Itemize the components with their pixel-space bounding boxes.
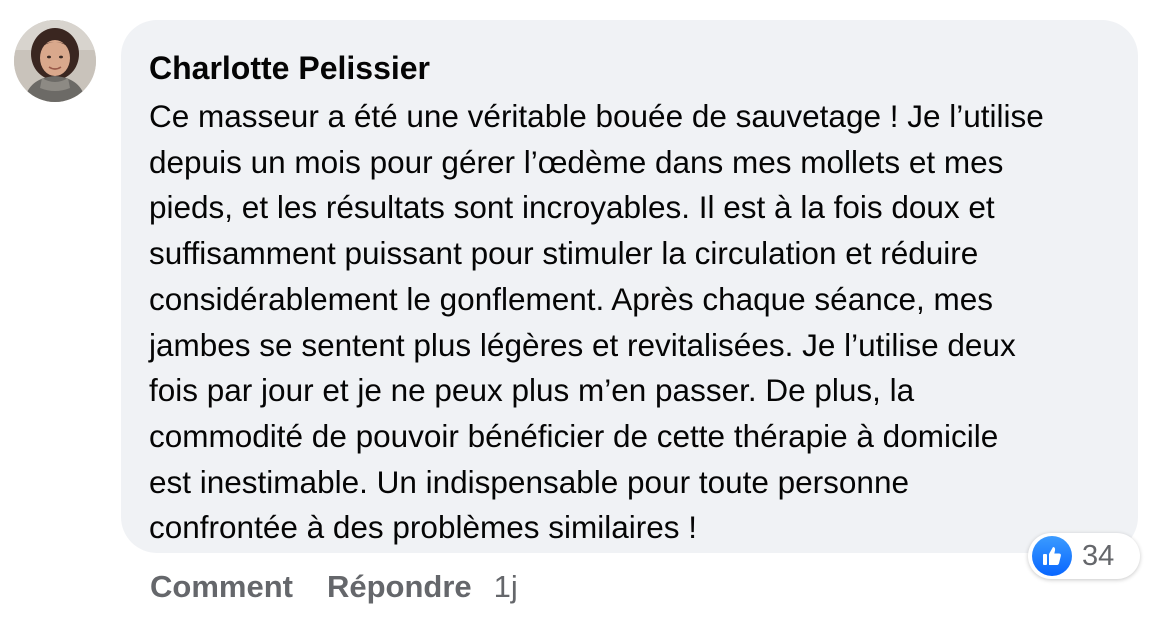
comment-actions: Comment Répondre 1j — [150, 562, 518, 612]
reaction-summary[interactable]: 34 — [1028, 533, 1140, 579]
comment-text-line: est inestimable. Un indispensable pour t… — [149, 463, 909, 500]
comment-text-line: depuis un mois pour gérer l’œdème dans m… — [149, 143, 1004, 180]
comment-text-line: jambes se sentent plus légères et revita… — [149, 326, 1016, 363]
comment-text-line: confrontée à des problèmes similaires ! — [149, 509, 698, 546]
timestamp[interactable]: 1j — [494, 569, 518, 605]
reaction-count: 34 — [1082, 540, 1115, 572]
like-icon — [1032, 536, 1072, 576]
comment-text-line: considérablement le gonflement. Après ch… — [149, 280, 994, 317]
comment-text-line: suffisamment puissant pour stimuler la c… — [149, 235, 979, 272]
avatar[interactable] — [14, 20, 96, 102]
profile-photo — [14, 20, 96, 102]
comment-button[interactable]: Comment — [150, 569, 293, 605]
comment-text-line: commodité de pouvoir bénéficier de cette… — [149, 417, 999, 454]
comment-text-line: Ce masseur a été une véritable bouée de … — [149, 98, 1044, 134]
comment-text: Ce masseur a été une véritable bouée de … — [149, 94, 1114, 551]
comment-bubble: Charlotte Pelissier Ce masseur a été une… — [121, 20, 1138, 553]
comment-text-line: fois par jour et je ne peux plus m’en pa… — [149, 372, 915, 409]
comment-text-line: pieds, et les résultats sont incroyables… — [149, 189, 995, 226]
comment-author[interactable]: Charlotte Pelissier — [149, 42, 1114, 94]
reply-button[interactable]: Répondre — [327, 569, 472, 605]
